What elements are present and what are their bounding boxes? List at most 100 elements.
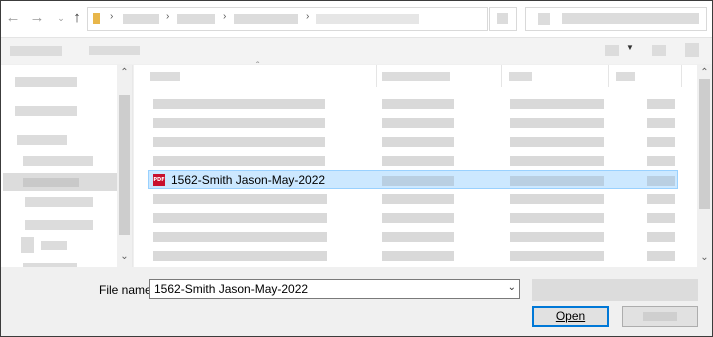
toolbar: ▼ [1,38,712,64]
column-divider[interactable] [608,65,609,87]
file-name-cell [153,213,327,223]
address-bar[interactable]: › › › › [87,7,488,31]
column-divider[interactable] [501,65,502,87]
file-name-input[interactable] [154,282,494,296]
file-size-cell [647,99,675,109]
sort-ascending-icon: ˆ [256,61,260,72]
file-size-cell [647,118,675,128]
dialog-footer: File name: ⌄ Open [1,267,712,336]
breadcrumb-separator: › [223,11,227,22]
cancel-button[interactable] [622,306,698,327]
column-header-type[interactable] [509,72,532,81]
search-icon [538,13,550,25]
breadcrumb-separator: › [306,11,310,22]
file-date-cell [382,99,454,109]
file-type-cell [510,156,604,166]
file-row[interactable] [134,208,697,227]
breadcrumb-separator: › [166,11,170,22]
column-header-date[interactable] [382,72,450,81]
file-type-cell [510,213,604,223]
up-arrow-icon[interactable]: ↑ [69,9,85,27]
file-name-cell [153,99,325,109]
forward-arrow-icon[interactable]: → [29,9,45,27]
breadcrumb-segment[interactable] [234,14,298,24]
open-button[interactable]: Open [532,306,609,327]
drive-icon [21,237,34,253]
file-list-scroll-thumb[interactable] [699,79,710,209]
file-name-cell [153,118,325,128]
open-button-label: Open [555,309,586,323]
breadcrumb-segment[interactable] [316,14,419,24]
file-size-cell [647,232,675,242]
scroll-up-icon[interactable]: ⌃ [697,67,712,78]
pdf-icon: PDF [153,174,165,186]
file-name-cell [153,232,327,242]
back-arrow-icon[interactable]: ← [5,9,21,27]
nav-item[interactable] [41,241,67,250]
file-date-cell [382,137,454,147]
file-type-cell [510,251,604,261]
file-date-cell [382,118,454,128]
scroll-down-icon[interactable]: ⌄ [697,252,712,263]
view-options-icon[interactable] [605,45,619,56]
file-date-cell [382,232,454,242]
nav-item-selected[interactable] [3,173,117,191]
cancel-button-label [643,312,677,321]
file-row-selected[interactable]: PDF 1562-Smith Jason-May-2022 [148,170,678,189]
file-date-cell [382,194,454,204]
file-row[interactable] [134,151,697,170]
scroll-up-icon[interactable]: ⌃ [117,67,132,78]
nav-item[interactable] [25,197,93,207]
file-size-cell [647,176,675,186]
file-row[interactable] [134,94,697,113]
column-header-size[interactable] [616,72,635,81]
column-divider[interactable] [681,65,682,87]
chevron-down-icon[interactable]: ⌄ [53,9,69,27]
breadcrumb-segment[interactable] [177,14,215,24]
nav-item[interactable] [15,77,77,87]
file-row[interactable] [134,132,697,151]
file-size-cell [647,251,675,261]
refresh-button[interactable] [489,7,517,31]
file-date-cell [382,156,454,166]
file-row[interactable] [134,189,697,208]
navigation-bar: ← → ⌄ ↑ › › › › [1,1,712,38]
file-open-dialog: ← → ⌄ ↑ › › › › ▼ ⌃ ⌄ ˆ PDF 1562-Smith J… [0,0,713,337]
preview-pane-icon[interactable] [652,45,666,56]
nav-item[interactable] [17,135,67,145]
file-list: ˆ PDF 1562-Smith Jason-May-2022 [134,61,697,267]
scroll-down-icon[interactable]: ⌄ [117,251,132,262]
breadcrumb-separator: › [110,11,114,22]
file-name-cell [153,251,327,261]
file-type-cell [510,99,604,109]
navigation-scroll-thumb[interactable] [119,95,130,235]
nav-item[interactable] [25,220,93,230]
view-dropdown-icon[interactable]: ▼ [626,43,634,52]
file-row[interactable] [134,227,697,246]
nav-item[interactable] [23,156,93,166]
new-folder-button[interactable] [89,46,140,55]
file-name-label: File name: [99,283,156,297]
file-name-field[interactable]: ⌄ [149,279,520,299]
file-name-cell [153,137,325,147]
file-date-cell [382,176,454,186]
file-type-filter[interactable] [532,279,698,301]
column-divider[interactable] [376,65,377,87]
column-header-name[interactable] [150,72,180,81]
navigation-pane: ⌃ ⌄ [1,65,133,267]
organize-button[interactable] [10,46,62,56]
help-icon[interactable] [685,43,699,57]
search-placeholder [562,13,699,24]
search-input[interactable] [525,7,707,31]
breadcrumb-segment[interactable] [123,14,159,24]
column-headers: ˆ [134,61,697,87]
file-row[interactable] [134,113,697,132]
chevron-down-icon[interactable]: ⌄ [508,282,516,293]
file-size-cell [647,194,675,204]
nav-item[interactable] [15,106,77,116]
file-size-cell [647,213,675,223]
file-type-cell [510,137,604,147]
file-row[interactable] [134,246,697,265]
nav-item-selected-label [23,178,79,187]
selected-file-name: 1562-Smith Jason-May-2022 [171,173,326,187]
